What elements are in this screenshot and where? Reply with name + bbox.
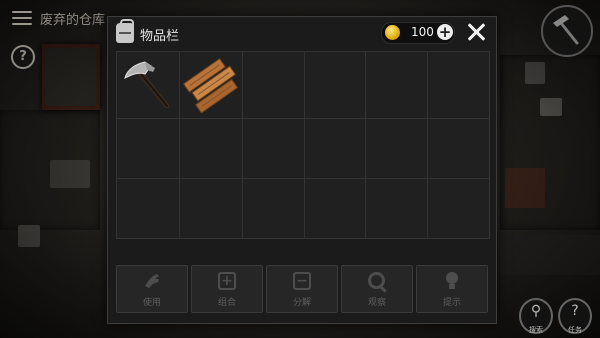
coin-icon <box>385 25 400 40</box>
search-button[interactable]: ⚲ 搜索 <box>519 298 553 334</box>
inventory-slot[interactable] <box>117 119 180 179</box>
hint-label: 提示 <box>442 298 461 308</box>
inventory-slot-hammer[interactable] <box>117 52 180 119</box>
close-icon[interactable] <box>464 20 488 44</box>
combine-icon: + <box>218 272 236 290</box>
action-bar: 使用 + 组合 − 分解 观察 提示 <box>116 265 488 313</box>
use-label: 使用 <box>142 298 161 308</box>
inventory-header: 物品栏 100 + <box>108 17 496 49</box>
add-coins-icon[interactable]: + <box>437 24 453 40</box>
hammer-icon <box>553 15 579 45</box>
inventory-slot[interactable] <box>427 119 489 179</box>
magnifier-icon <box>368 272 386 290</box>
split-button[interactable]: − 分解 <box>266 265 338 313</box>
inventory-panel: 物品栏 100 + 使用 + 组合 − 分解 观察 提示 <box>107 16 497 324</box>
inventory-slot[interactable] <box>304 119 366 179</box>
inventory-slot-wood[interactable] <box>180 52 243 119</box>
observe-button[interactable]: 观察 <box>341 265 413 313</box>
help-icon[interactable]: ? <box>11 45 35 69</box>
use-button[interactable]: 使用 <box>116 265 188 313</box>
task-button[interactable]: ? 任务 <box>558 298 592 334</box>
inventory-slot[interactable] <box>428 179 490 239</box>
combine-label: 组合 <box>217 298 236 308</box>
task-icon: ? <box>571 303 579 319</box>
menu-icon[interactable] <box>12 11 32 25</box>
inventory-title: 物品栏 <box>140 29 180 44</box>
inventory-slot[interactable] <box>243 52 305 119</box>
split-label: 分解 <box>292 298 311 308</box>
inventory-slot[interactable] <box>117 178 180 238</box>
lightbulb-icon <box>443 272 461 290</box>
search-label: 搜索 <box>529 326 543 334</box>
inventory-slot[interactable] <box>180 178 243 238</box>
backpack-icon <box>116 19 134 43</box>
inventory-slot[interactable] <box>366 52 428 119</box>
inventory-slot[interactable] <box>243 178 305 238</box>
coin-count: 100 <box>411 25 434 39</box>
inventory-slot[interactable] <box>243 119 305 179</box>
inventory-slot[interactable] <box>366 119 428 179</box>
wood-planks-icon <box>182 57 239 114</box>
hammer-icon <box>124 61 170 109</box>
search-icon: ⚲ <box>530 303 542 319</box>
inventory-slot[interactable] <box>305 178 366 238</box>
inventory-slot[interactable] <box>180 119 243 179</box>
task-label: 任务 <box>568 326 582 334</box>
split-icon: − <box>293 272 311 290</box>
inventory-slot[interactable] <box>366 178 428 238</box>
inventory-grid <box>116 51 490 239</box>
inventory-slot[interactable] <box>304 52 366 119</box>
inventory-slot[interactable] <box>427 52 489 119</box>
observe-label: 观察 <box>367 298 386 308</box>
coin-counter: 100 + <box>381 22 455 44</box>
hand-icon <box>145 274 159 288</box>
location-title: 废弃的仓库 <box>40 13 106 28</box>
combine-button[interactable]: + 组合 <box>191 265 263 313</box>
hint-button[interactable]: 提示 <box>416 265 488 313</box>
equipped-hammer-slot[interactable] <box>541 5 593 57</box>
